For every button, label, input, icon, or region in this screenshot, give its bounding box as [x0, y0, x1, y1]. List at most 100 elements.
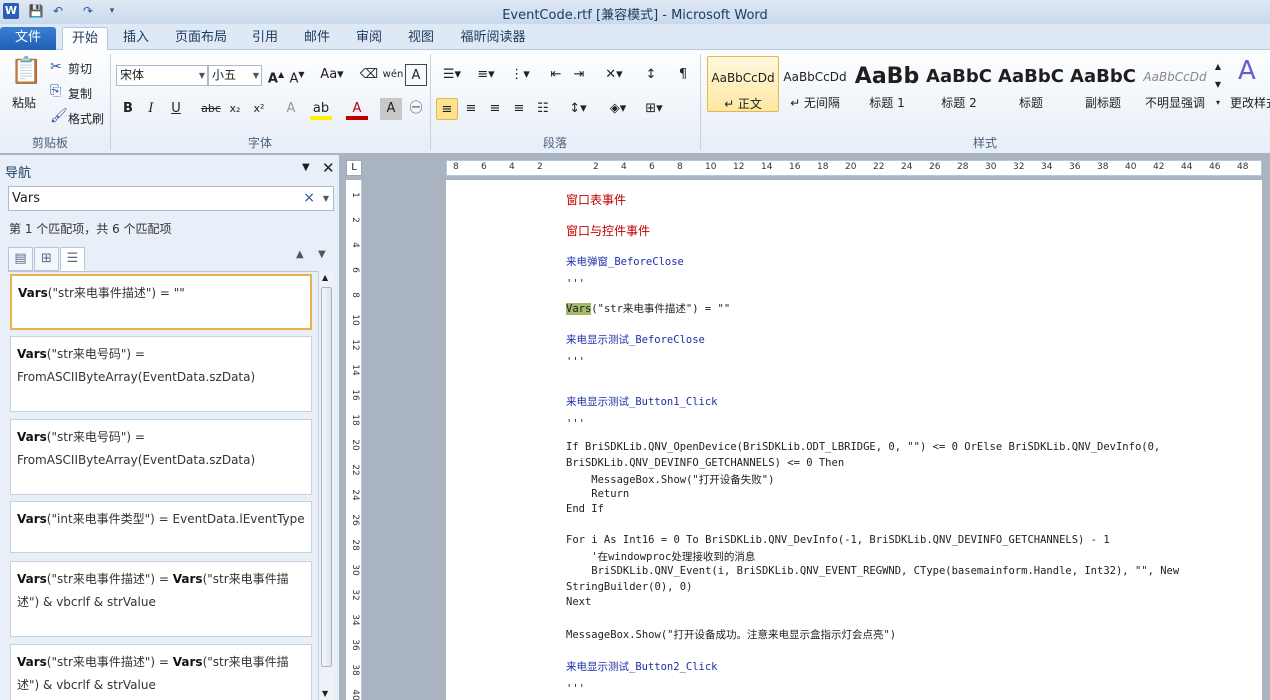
search-result-item[interactable]: Vars("int来电事件类型") = EventData.lEventType [10, 501, 312, 553]
doc-line: MessageBox.Show("打开设备成功。注意来电显示盒指示灯会点亮") [566, 629, 897, 641]
previous-result-icon[interactable]: ▲ [296, 249, 304, 260]
character-shading-icon[interactable]: A [380, 98, 402, 120]
horizontal-ruler[interactable]: 8 6 4 2 2 4 6 8 10 12 14 16 18 20 22 24 26 28 30 32 34 36 38 40… [446, 160, 1262, 176]
multilevel-list-icon[interactable]: ⋮▾ [506, 64, 534, 86]
clear-search-icon[interactable]: × [303, 187, 315, 210]
text-effects-icon[interactable]: A [280, 98, 302, 120]
nav-pane-title: 导航 [5, 166, 32, 181]
superscript-icon[interactable]: x² [248, 98, 270, 120]
borders-icon[interactable]: ⊞▾ [640, 98, 668, 120]
copy-icon[interactable]: ⎘ [50, 83, 61, 99]
ribbon: 📋 粘贴 ✂ 剪切 ⎘ 复制 🖌 格式刷 剪贴板 宋体 ▼ 小五 ▼ A▲ A▼ A… [0, 50, 1270, 154]
shading-icon[interactable]: ◈▾ [604, 98, 632, 120]
search-result-item[interactable]: Vars("str来电号码") = FromASCIIByteArray(Eve… [10, 419, 312, 495]
change-styles-button[interactable]: 更改样式 [1230, 94, 1270, 111]
increase-indent-icon[interactable]: ⇥ [568, 64, 590, 86]
search-result-item[interactable]: Vars("str来电事件描述") = Vars("str来电事件描述") & … [10, 561, 312, 637]
next-result-icon[interactable]: ▼ [318, 249, 326, 260]
results-scrollbar[interactable]: ▲ ▼ [318, 271, 334, 700]
style-name: 标题 2 [941, 96, 977, 110]
match-count-text: 第 1 个匹配项，共 6 个匹配项 [9, 222, 172, 236]
change-case-icon[interactable]: Aa▾ [318, 64, 346, 86]
format-painter-button[interactable]: 格式刷 [68, 110, 104, 127]
subscript-icon[interactable]: x₂ [224, 98, 246, 120]
result-text: Vars("str来电号码") = FromASCIIByteArray(Eve… [17, 347, 256, 384]
align-center-icon[interactable]: ≡ [460, 98, 482, 120]
underline-icon[interactable]: U [165, 98, 187, 120]
paste-icon[interactable]: 📋 [10, 56, 42, 86]
ruler-number: 48 [1237, 162, 1249, 172]
ruler-number: 32 [350, 589, 360, 601]
format-painter-icon[interactable]: 🖌 [50, 108, 68, 124]
ruler-number: 36 [1069, 162, 1081, 172]
doc-line: ''' [566, 418, 585, 430]
title-bar: W 💾 ↶ ↷ ▾ EventCode.rtf [兼容模式] - Microso… [0, 0, 1270, 24]
line-spacing-icon[interactable]: ↕▾ [564, 98, 592, 120]
tab-insert[interactable]: 插入 [114, 27, 158, 50]
italic-icon[interactable]: I [140, 98, 162, 120]
scissors-icon[interactable]: ✂ [50, 59, 62, 75]
tab-view[interactable]: 视图 [400, 27, 442, 50]
vertical-ruler[interactable]: 1 2 4 6 8 10 12 14 16 18 20 22 24 26 28 30 32 34 36 38 40 [346, 180, 362, 700]
character-border-icon[interactable]: A [405, 64, 427, 86]
style-normal[interactable]: AaBbCcDd ↵ 正文 [707, 56, 779, 112]
search-result-item[interactable]: Vars("str来电号码") = FromASCIIByteArray(Eve… [10, 336, 312, 412]
chevron-down-icon[interactable]: ▼ [323, 187, 329, 210]
match-highlight: Vars [17, 655, 47, 669]
nav-search-input[interactable]: Vars × ▼ [8, 186, 334, 211]
show-marks-icon[interactable]: ¶ [672, 64, 694, 86]
scroll-up-icon[interactable]: ▲ [322, 273, 328, 282]
style-subtle-emphasis[interactable]: AaBbCcDd 不明显强调 [1139, 56, 1211, 112]
style-no-spacing[interactable]: AaBbCcDd ↵ 无间隔 [779, 56, 851, 112]
tab-file[interactable]: 文件 [0, 27, 56, 50]
search-result-item[interactable]: Vars("str来电事件描述") = Vars("str来电事件描述") & … [10, 644, 312, 700]
scrollbar-thumb[interactable] [321, 287, 332, 667]
browse-headings-icon[interactable]: ▤ [8, 247, 33, 271]
tab-foxit-reader[interactable]: 福昕阅读器 [452, 27, 534, 50]
font-name-combo[interactable]: 宋体 ▼ [116, 65, 208, 86]
strikethrough-icon[interactable]: abc [200, 98, 222, 120]
change-styles-icon[interactable]: A [1238, 56, 1256, 86]
tab-home[interactable]: 开始 [62, 27, 108, 50]
highlight-color-icon[interactable]: ab [310, 98, 332, 120]
sort-icon[interactable]: ↕ [640, 64, 662, 86]
numbering-icon[interactable]: ≡▾ [472, 64, 500, 86]
tab-mailings[interactable]: 邮件 [296, 27, 338, 50]
decrease-indent-icon[interactable]: ⇤ [545, 64, 567, 86]
close-icon[interactable]: ✕ [322, 159, 335, 177]
bullets-icon[interactable]: ☰▾ [438, 64, 466, 86]
scroll-down-icon[interactable]: ▼ [322, 689, 328, 698]
search-results-list: Vars("str来电事件描述") = "" Vars("str来电号码") =… [8, 271, 334, 700]
copy-button[interactable]: 复制 [68, 85, 92, 102]
browse-pages-icon[interactable]: ⊞ [34, 247, 59, 271]
font-size-combo[interactable]: 小五 ▼ [208, 65, 262, 86]
distributed-icon[interactable]: ☷ [532, 98, 554, 120]
shrink-font-icon[interactable]: A▼ [286, 64, 308, 86]
styles-more-icon[interactable]: ▾ [1211, 92, 1225, 114]
tab-page-layout[interactable]: 页面布局 [168, 27, 234, 50]
tab-selector-icon[interactable]: L [346, 160, 362, 176]
ruler-number: 32 [1013, 162, 1025, 172]
tab-references[interactable]: 引用 [244, 27, 286, 50]
align-right-icon[interactable]: ≡ [484, 98, 506, 120]
style-heading-1[interactable]: AaBb 标题 1 [851, 56, 923, 112]
font-color-icon[interactable]: A [346, 98, 368, 120]
bold-icon[interactable]: B [117, 98, 139, 120]
browse-results-icon[interactable]: ☰ [60, 247, 85, 271]
enclose-characters-icon[interactable]: ㊀ [405, 98, 427, 120]
search-result-item[interactable]: Vars("str来电事件描述") = "" [10, 274, 312, 330]
phonetic-guide-icon[interactable]: wén [382, 64, 404, 86]
cut-button[interactable]: 剪切 [68, 60, 92, 77]
style-subtitle[interactable]: AaBbC 副标题 [1067, 56, 1139, 112]
clear-formatting-icon[interactable]: ⌫ [358, 64, 380, 86]
tab-review[interactable]: 审阅 [348, 27, 390, 50]
paste-button[interactable]: 粘贴 [12, 94, 36, 111]
style-title[interactable]: AaBbC 标题 [995, 56, 1067, 112]
asian-layout-icon[interactable]: ✕▾ [600, 64, 628, 86]
grow-font-icon[interactable]: A▲ [265, 64, 287, 86]
align-left-icon[interactable]: ≡ [436, 98, 458, 120]
style-heading-2[interactable]: AaBbC 标题 2 [923, 56, 995, 112]
document-page[interactable]: 窗口表事件 窗口与控件事件 来电弹窗_BeforeClose ''' Vars(… [446, 180, 1262, 700]
nav-options-icon[interactable]: ▼ [302, 162, 310, 173]
justify-icon[interactable]: ≡ [508, 98, 530, 120]
